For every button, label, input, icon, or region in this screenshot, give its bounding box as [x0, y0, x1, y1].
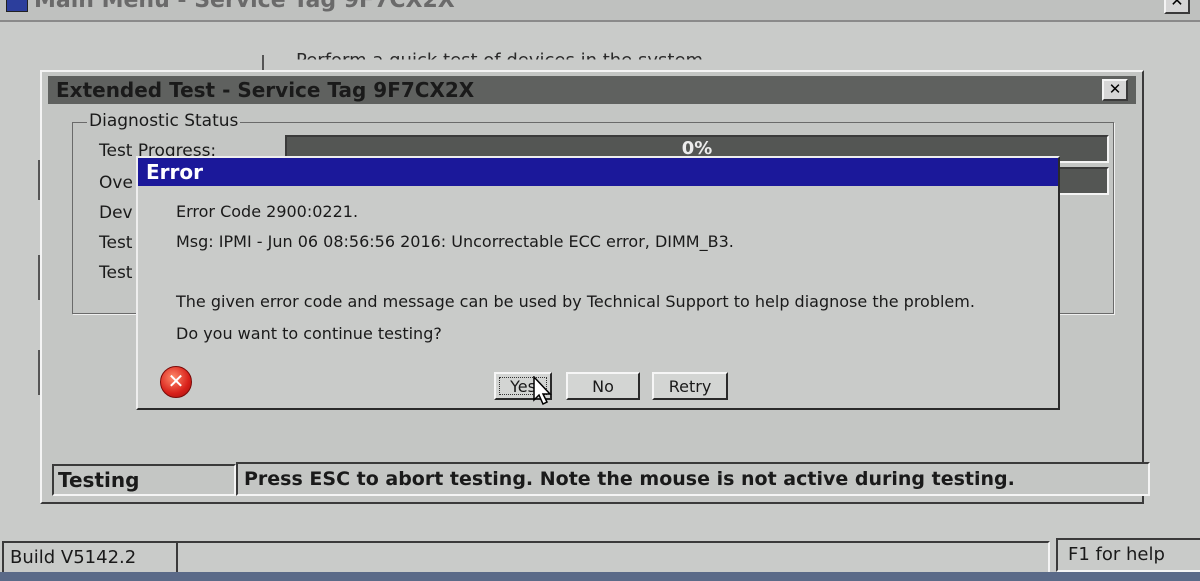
screen-edge: [0, 572, 1200, 581]
extended-test-close-button[interactable]: ✕: [1102, 79, 1128, 101]
help-hint: F1 for help: [1056, 538, 1200, 572]
extended-test-titlebar: Extended Test - Service Tag 9F7CX2X ✕: [48, 76, 1136, 104]
error-question: Do you want to continue testing?: [176, 324, 442, 343]
bottom-status-field: [176, 541, 1050, 575]
diagnostic-status-label: Diagnostic Status: [87, 111, 241, 131]
main-menu-titlebar: Main Menu - Service Tag 9F7CX2X ✕: [0, 0, 1200, 22]
app-icon: [6, 0, 28, 12]
extended-test-title: Extended Test - Service Tag 9F7CX2X: [56, 78, 475, 102]
main-close-button[interactable]: ✕: [1164, 0, 1190, 14]
error-dialog: Error Error Code 2900:0221. Msg: IPMI - …: [136, 156, 1060, 410]
overall-label: Ove: [99, 173, 133, 193]
device-label: Dev: [99, 203, 133, 223]
no-button[interactable]: No: [566, 372, 640, 400]
status-mode: Testing: [52, 464, 236, 496]
error-titlebar: Error: [138, 158, 1058, 186]
test-label: Test: [99, 263, 133, 283]
build-version: Build V5142.2: [2, 541, 178, 575]
test-label: Test: [99, 233, 133, 253]
mouse-cursor-icon: [533, 376, 552, 406]
error-code: Error Code 2900:0221.: [176, 202, 359, 221]
error-title: Error: [146, 160, 203, 184]
error-info: The given error code and message can be …: [176, 292, 975, 311]
retry-button[interactable]: Retry: [652, 372, 728, 400]
error-x-icon: ✕: [160, 366, 192, 398]
error-message: Msg: IPMI - Jun 06 08:56:56 2016: Uncorr…: [176, 232, 734, 251]
status-message: Press ESC to abort testing. Note the mou…: [236, 462, 1150, 496]
background-description: Perform a quick test of devices in the s…: [296, 50, 704, 71]
main-menu-title: Main Menu - Service Tag 9F7CX2X: [34, 0, 455, 13]
